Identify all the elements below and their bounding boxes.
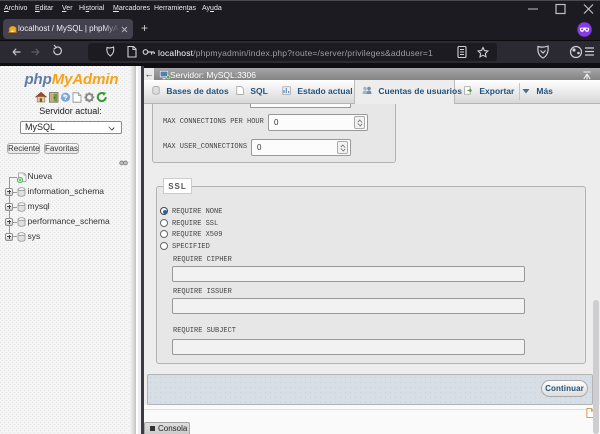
svg-text:?: ? [63,93,68,102]
